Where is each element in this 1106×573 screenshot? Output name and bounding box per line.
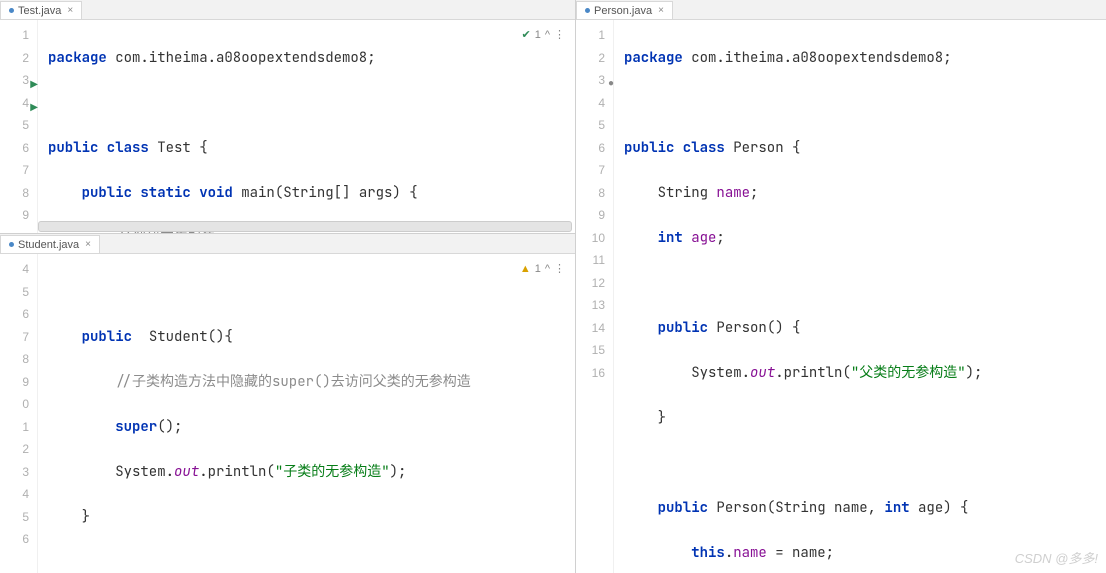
ide-split: Test.java × 1 2 3▶ 4▶ 5 6 7 8 9 0 packag <box>0 0 1106 573</box>
watermark: CSDN @多多! <box>1015 548 1098 567</box>
tab-person-java[interactable]: Person.java × <box>576 1 673 19</box>
close-icon[interactable]: × <box>85 239 91 250</box>
gutter-person: 1 2 3● 4 5 6 7 8 9 10 11 12 13 14 15 16 <box>576 20 614 573</box>
code-line[interactable]: int age; <box>624 227 1106 250</box>
inspection-badge[interactable]: ▲ 1 ^ ⋮ <box>520 258 565 281</box>
tab-student-java[interactable]: Student.java × <box>0 235 100 253</box>
java-icon <box>585 8 590 13</box>
tabbar-right: Person.java × <box>576 0 1106 20</box>
code-line[interactable] <box>624 92 1106 115</box>
code-line[interactable] <box>48 281 575 304</box>
dots-icon: ⋮ <box>554 24 565 47</box>
code-line[interactable]: public class Test { <box>48 137 575 160</box>
left-column: Test.java × 1 2 3▶ 4▶ 5 6 7 8 9 0 packag <box>0 0 576 573</box>
editor-pane-student: Student.java × 4 5 6 7 8 9 0 1 2 3 4 5 <box>0 234 575 573</box>
code-test[interactable]: package com.itheima.a08oopextendsdemo8; … <box>38 20 575 233</box>
code-line[interactable]: public Person(String name, int age) { <box>624 497 1106 520</box>
code-person[interactable]: package com.itheima.a08oopextendsdemo8; … <box>614 20 1106 573</box>
editor-test[interactable]: 1 2 3▶ 4▶ 5 6 7 8 9 0 package com.itheim… <box>0 20 575 233</box>
gutter-test: 1 2 3▶ 4▶ 5 6 7 8 9 0 <box>0 20 38 233</box>
gutter-student: 4 5 6 7 8 9 0 1 2 3 4 5 6 <box>0 254 38 573</box>
tab-test-java[interactable]: Test.java × <box>0 1 82 19</box>
code-line[interactable] <box>624 452 1106 475</box>
close-icon[interactable]: × <box>67 5 73 16</box>
editor-pane-test: Test.java × 1 2 3▶ 4▶ 5 6 7 8 9 0 packag <box>0 0 575 234</box>
editor-pane-person: Person.java × 1 2 3● 4 5 6 7 8 9 10 11 1… <box>576 0 1106 573</box>
check-icon: ✔ <box>521 24 530 47</box>
code-line[interactable]: public static void main(String[] args) { <box>48 182 575 205</box>
tabbar-left-top: Test.java × <box>0 0 575 20</box>
dots-icon: ⋮ <box>554 258 565 281</box>
close-icon[interactable]: × <box>658 5 664 16</box>
tab-label: Person.java <box>594 5 652 17</box>
code-line[interactable]: public class Person { <box>624 137 1106 160</box>
code-line[interactable]: //子类构造方法中隐藏的super()去访问父类的无参构造 <box>48 371 575 394</box>
editor-person[interactable]: 1 2 3● 4 5 6 7 8 9 10 11 12 13 14 15 16 … <box>576 20 1106 573</box>
java-icon <box>9 242 14 247</box>
code-line[interactable]: //创建学生对象 <box>48 227 575 234</box>
code-line[interactable]: public Student(){ <box>48 326 575 349</box>
code-line[interactable]: } <box>624 407 1106 430</box>
code-student[interactable]: public Student(){ //子类构造方法中隐藏的super()去访问… <box>38 254 575 573</box>
chevron-up-icon: ^ <box>545 258 550 281</box>
code-line[interactable]: super(); <box>48 416 575 439</box>
code-line[interactable]: package com.itheima.a08oopextendsdemo8; <box>624 47 1106 70</box>
code-line[interactable]: String name; <box>624 182 1106 205</box>
chevron-up-icon: ^ <box>545 24 550 47</box>
editor-student[interactable]: 4 5 6 7 8 9 0 1 2 3 4 5 6 public Student… <box>0 254 575 573</box>
code-line[interactable]: package com.itheima.a08oopextendsdemo8; <box>48 47 575 70</box>
warn-icon: ▲ <box>520 258 531 281</box>
code-line[interactable]: System.out.println("父类的无参构造"); <box>624 362 1106 385</box>
code-line[interactable]: } <box>48 506 575 529</box>
tab-label: Student.java <box>18 239 79 251</box>
tabbar-left-bot: Student.java × <box>0 234 575 254</box>
code-line[interactable]: System.out.println("子类的无参构造"); <box>48 461 575 484</box>
tab-label: Test.java <box>18 5 61 17</box>
java-icon <box>9 8 14 13</box>
code-line[interactable] <box>624 272 1106 295</box>
code-line[interactable] <box>48 551 575 573</box>
code-line[interactable]: public Person() { <box>624 317 1106 340</box>
code-line[interactable] <box>48 92 575 115</box>
inspection-badge[interactable]: ✔ 1 ^ ⋮ <box>521 24 565 47</box>
